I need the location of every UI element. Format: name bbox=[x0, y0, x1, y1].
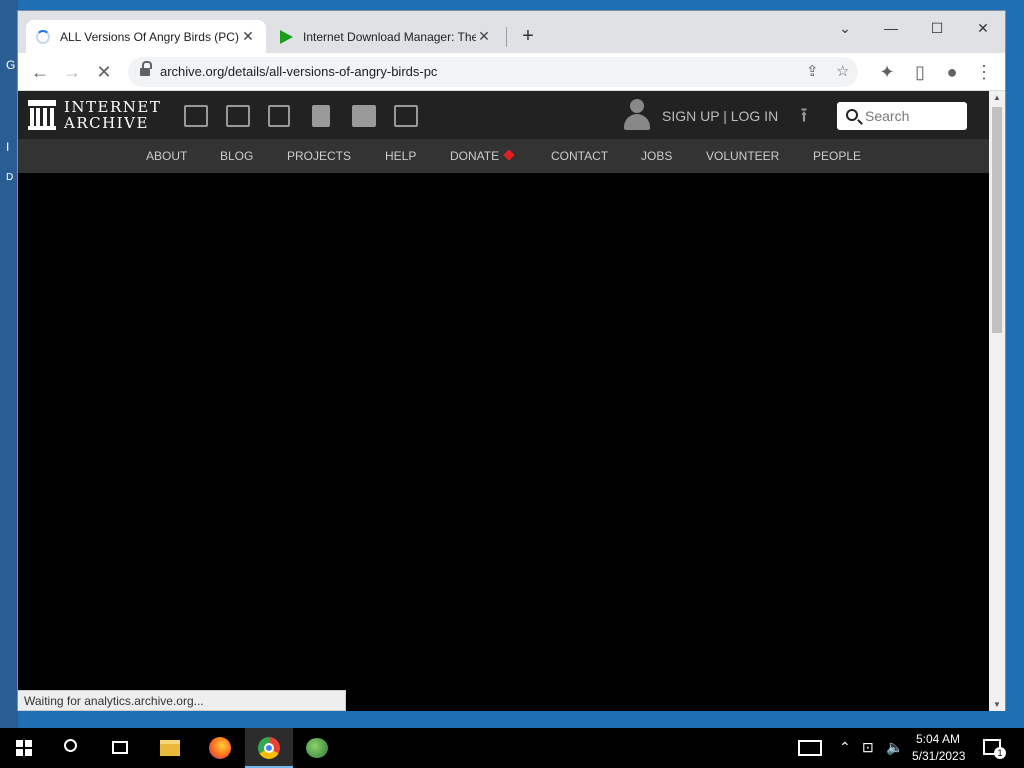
start-button[interactable] bbox=[0, 728, 48, 768]
desktop-background: G I D bbox=[0, 0, 18, 728]
audio-icon[interactable] bbox=[312, 105, 330, 127]
archive-temple-icon bbox=[28, 100, 56, 130]
scroll-down-icon[interactable]: ▼ bbox=[993, 700, 1001, 709]
idm-globe-icon bbox=[306, 738, 328, 758]
browser-menu-icon[interactable]: ⋮ bbox=[971, 60, 997, 84]
url-text[interactable]: archive.org/details/all-versions-of-angr… bbox=[160, 64, 437, 79]
sign-up-login-link[interactable]: SIGN UP | LOG IN bbox=[662, 108, 778, 124]
desktop-icon-label[interactable]: D bbox=[6, 172, 13, 183]
stop-loading-button[interactable]: ✕ bbox=[91, 60, 117, 84]
minimize-button[interactable]: — bbox=[868, 15, 914, 41]
idm-button[interactable] bbox=[294, 728, 342, 768]
nav-volunteer[interactable]: VOLUNTEER bbox=[706, 149, 779, 163]
chrome-button[interactable] bbox=[245, 728, 293, 768]
news-widget-icon[interactable] bbox=[798, 740, 822, 756]
lock-icon[interactable] bbox=[140, 61, 152, 77]
profile-icon[interactable]: ● bbox=[939, 60, 965, 84]
tab-title: ALL Versions Of Angry Birds (PC) bbox=[60, 29, 239, 44]
task-view-icon bbox=[112, 741, 128, 754]
tab-close-icon[interactable]: ✕ bbox=[476, 28, 492, 45]
show-hidden-icons-icon[interactable]: ⌃ bbox=[839, 739, 851, 756]
nav-blog[interactable]: BLOG bbox=[220, 149, 253, 163]
desktop-icon-label[interactable]: G bbox=[6, 58, 15, 72]
texts-icon[interactable] bbox=[226, 105, 250, 127]
archive-nav: ABOUT BLOG PROJECTS HELP DONATE CONTACT … bbox=[18, 139, 989, 173]
file-explorer-button[interactable] bbox=[146, 728, 194, 768]
nav-donate[interactable]: DONATE bbox=[450, 149, 515, 163]
notification-icon[interactable]: 1 bbox=[983, 739, 1006, 759]
archive-search-input[interactable]: Search bbox=[837, 102, 967, 130]
search-icon bbox=[64, 739, 77, 752]
web-icon[interactable] bbox=[184, 105, 208, 127]
tab-idm[interactable]: Internet Download Manager: The ✕ bbox=[270, 20, 502, 53]
volume-muted-icon[interactable]: 🔈 bbox=[886, 739, 903, 756]
tab-close-icon[interactable]: ✕ bbox=[240, 28, 256, 45]
search-placeholder: Search bbox=[865, 108, 910, 124]
network-icon[interactable]: ⊡ bbox=[862, 739, 874, 756]
clock-date[interactable]: 5/31/2023 bbox=[912, 749, 965, 763]
new-tab-button[interactable]: + bbox=[516, 25, 540, 49]
nav-people[interactable]: PEOPLE bbox=[813, 149, 861, 163]
share-icon[interactable]: ⇪ bbox=[806, 62, 819, 80]
side-panel-icon[interactable]: ▯ bbox=[907, 60, 933, 84]
windows-logo-icon bbox=[16, 740, 32, 756]
nav-about[interactable]: ABOUT bbox=[146, 149, 187, 163]
user-avatar-icon[interactable] bbox=[622, 99, 652, 133]
notification-badge: 1 bbox=[994, 747, 1006, 759]
chrome-icon bbox=[258, 737, 280, 759]
heart-icon bbox=[503, 149, 515, 161]
page-content: INTERNET ARCHIVE SIGN UP | LOG IN ⭱ Sear… bbox=[18, 91, 989, 711]
images-icon[interactable] bbox=[394, 105, 418, 127]
archive-wordmark: INTERNET ARCHIVE bbox=[64, 98, 162, 132]
maximize-button[interactable]: ☐ bbox=[914, 15, 960, 41]
browser-window: ALL Versions Of Angry Birds (PC) ✕ Inter… bbox=[17, 10, 1006, 711]
tab-search-button[interactable]: ⌄ bbox=[822, 15, 868, 41]
archive-header: INTERNET ARCHIVE SIGN UP | LOG IN ⭱ Sear… bbox=[18, 91, 989, 139]
nav-projects[interactable]: PROJECTS bbox=[287, 149, 351, 163]
clock-time[interactable]: 5:04 AM bbox=[916, 732, 960, 746]
taskbar: ⌃ ⊡ 🔈 5:04 AM 5/31/2023 1 bbox=[0, 728, 1024, 768]
desktop-icon-label[interactable]: I bbox=[6, 140, 9, 154]
idm-play-icon bbox=[280, 29, 293, 44]
archive-logo[interactable]: INTERNET ARCHIVE bbox=[28, 99, 161, 131]
forward-button[interactable]: → bbox=[59, 60, 85, 84]
bookmark-star-icon[interactable]: ☆ bbox=[836, 62, 849, 80]
tab-strip: ALL Versions Of Angry Birds (PC) ✕ Inter… bbox=[18, 11, 1005, 53]
upload-icon[interactable]: ⭱ bbox=[794, 105, 814, 127]
status-bubble: Waiting for analytics.archive.org... bbox=[18, 690, 346, 711]
video-icon[interactable] bbox=[268, 105, 290, 127]
firefox-button[interactable] bbox=[196, 728, 244, 768]
search-icon bbox=[846, 109, 858, 121]
taskbar-search-button[interactable] bbox=[48, 728, 96, 768]
firefox-icon bbox=[209, 737, 231, 759]
tab-separator bbox=[506, 27, 507, 47]
loading-spinner-icon bbox=[36, 29, 50, 44]
task-view-button[interactable] bbox=[96, 728, 144, 768]
extensions-icon[interactable]: ✦ bbox=[874, 60, 900, 84]
software-icon[interactable] bbox=[352, 105, 376, 127]
browser-toolbar: ← → ✕ archive.org/details/all-versions-o… bbox=[18, 53, 1005, 91]
tab-angry-birds[interactable]: ALL Versions Of Angry Birds (PC) ✕ bbox=[26, 20, 266, 53]
scroll-up-icon[interactable]: ▲ bbox=[993, 93, 1001, 102]
back-button[interactable]: ← bbox=[27, 60, 53, 84]
scrollbar-thumb[interactable] bbox=[992, 107, 1002, 333]
tab-title: Internet Download Manager: The bbox=[303, 29, 476, 44]
nav-help[interactable]: HELP bbox=[385, 149, 416, 163]
page-scrollbar[interactable]: ▲ ▼ bbox=[989, 91, 1005, 711]
nav-contact[interactable]: CONTACT bbox=[551, 149, 608, 163]
close-window-button[interactable]: ✕ bbox=[960, 15, 1006, 41]
nav-jobs[interactable]: JOBS bbox=[641, 149, 672, 163]
folder-icon bbox=[160, 740, 180, 756]
address-bar[interactable]: archive.org/details/all-versions-of-angr… bbox=[128, 57, 858, 87]
